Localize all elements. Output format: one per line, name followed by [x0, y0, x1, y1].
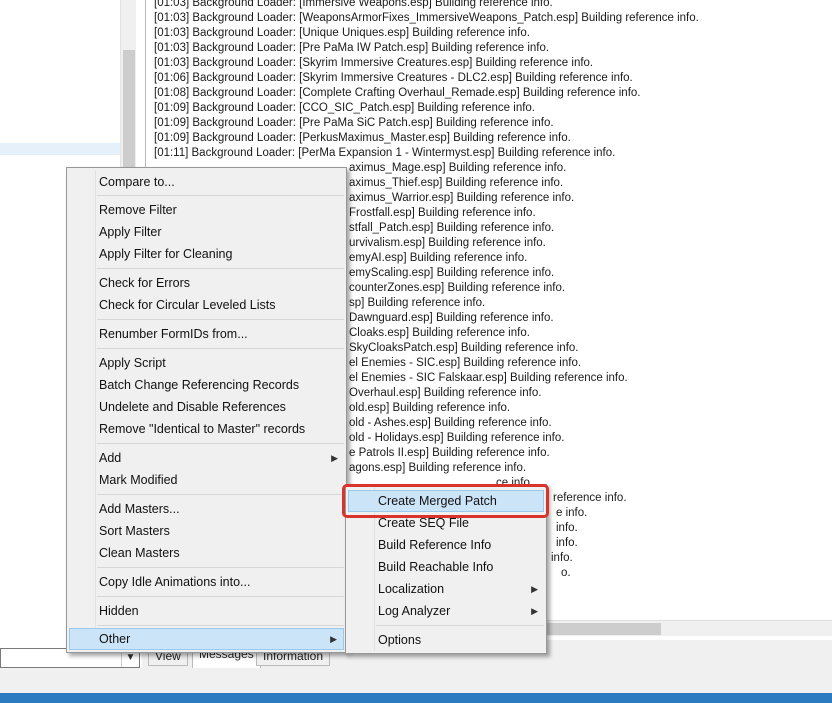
log-line-fragment: Frostfall.esp] Building reference info. — [349, 207, 536, 219]
log-line: [01:03] Background Loader: [Immersive We… — [154, 0, 553, 9]
menu-separator — [97, 319, 344, 320]
log-line: [01:03] Background Loader: [Pre PaMa IW … — [154, 42, 550, 54]
log-line: [01:08] Background Loader: [Complete Cra… — [154, 87, 641, 99]
submenu-arrow-icon: ▶ — [330, 634, 337, 644]
tree-selected-row[interactable] — [0, 143, 120, 155]
context-menu: Compare to... Remove Filter Apply Filter… — [66, 167, 347, 653]
menu-item-remove-itm[interactable]: Remove "Identical to Master" records — [69, 418, 344, 440]
menu-item-batch-change[interactable]: Batch Change Referencing Records — [69, 374, 344, 396]
log-line-fragment: sp] Building reference info. — [349, 297, 486, 309]
log-line-fragment: agons.esp] Building reference info. — [349, 462, 527, 474]
log-line-fragment: old - Holidays.esp] Building reference i… — [349, 432, 565, 444]
log-line-fragment: stfall_Patch.esp] Building reference inf… — [349, 222, 555, 234]
log-line-fragment: o. — [561, 567, 571, 579]
menu-separator — [97, 494, 344, 495]
menu-item-sort-masters[interactable]: Sort Masters — [69, 520, 344, 542]
menu-separator — [97, 596, 344, 597]
log-line-fragment: el Enemies - SIC Falskaar.esp] Building … — [349, 372, 628, 384]
log-line-fragment: e Patrols II.esp] Building reference inf… — [349, 447, 550, 459]
menu-item-add[interactable]: Add ▶ — [69, 447, 344, 469]
menu-separator — [97, 567, 344, 568]
log-line-fragment: e info. — [556, 507, 588, 519]
log-line-fragment: SkyCloaksPatch.esp] Building reference i… — [349, 342, 579, 354]
log-line-fragment: Dawnguard.esp] Building reference info. — [349, 312, 554, 324]
log-line-fragment: aximus_Mage.esp] Building reference info… — [349, 162, 567, 174]
menu-item-build-reachable-info[interactable]: Build Reachable Info — [348, 556, 544, 578]
menu-item-clean-masters[interactable]: Clean Masters — [69, 542, 344, 564]
menu-item-label: Log Analyzer — [378, 604, 451, 618]
menu-item-undelete-disable[interactable]: Undelete and Disable References — [69, 396, 344, 418]
log-line-fragment: info. — [551, 552, 573, 564]
menu-item-hidden[interactable]: Hidden — [69, 600, 344, 622]
status-strip — [0, 668, 832, 693]
log-line-fragment: emyAI.esp] Building reference info. — [349, 252, 528, 264]
menu-item-localization[interactable]: Localization ▶ — [348, 578, 544, 600]
menu-item-add-masters[interactable]: Add Masters... — [69, 498, 344, 520]
menu-item-check-circular-lists[interactable]: Check for Circular Leveled Lists — [69, 294, 344, 316]
menu-item-apply-script[interactable]: Apply Script — [69, 352, 344, 374]
log-line: [01:09] Background Loader: [Pre PaMa SiC… — [154, 117, 554, 129]
log-line-fragment: emyScaling.esp] Building reference info. — [349, 267, 555, 279]
log-line-fragment: el Enemies - SIC.esp] Building reference… — [349, 357, 582, 369]
submenu-arrow-icon: ▶ — [531, 606, 538, 616]
menu-separator — [97, 268, 344, 269]
log-line: [01:06] Background Loader: [Skyrim Immer… — [154, 72, 633, 84]
log-line-fragment: urvivalism.esp] Building reference info. — [349, 237, 546, 249]
menu-item-build-reference-info[interactable]: Build Reference Info — [348, 534, 544, 556]
log-line-fragment: Overhaul.esp] Building reference info. — [349, 387, 542, 399]
menu-item-renumber-formids[interactable]: Renumber FormIDs from... — [69, 323, 344, 345]
menu-separator — [376, 625, 544, 626]
log-line: [01:09] Background Loader: [CCO_SIC_Patc… — [154, 102, 536, 114]
log-line-fragment: info. — [556, 537, 578, 549]
log-line-fragment: info. — [556, 522, 578, 534]
menu-item-remove-filter[interactable]: Remove Filter — [69, 199, 344, 221]
taskbar-edge — [0, 693, 832, 703]
menu-item-apply-filter-cleaning[interactable]: Apply Filter for Cleaning — [69, 243, 344, 265]
log-line: [01:09] Background Loader: [PerkusMaximu… — [154, 132, 571, 144]
menu-item-label: Other — [99, 632, 131, 646]
log-line-fragment: reference info. — [553, 492, 627, 504]
log-line: [01:03] Background Loader: [Skyrim Immer… — [154, 57, 594, 69]
menu-separator — [97, 348, 344, 349]
log-line-fragment: counterZones.esp] Building reference inf… — [349, 282, 566, 294]
menu-separator — [97, 443, 344, 444]
log-line-fragment: aximus_Thief.esp] Building reference inf… — [349, 177, 564, 189]
menu-item-label: Add — [99, 451, 122, 465]
menu-item-copy-idle-animations[interactable]: Copy Idle Animations into... — [69, 571, 344, 593]
log-line: [01:03] Background Loader: [Unique Uniqu… — [154, 27, 530, 39]
log-line-fragment: aximus_Warrior.esp] Building reference i… — [349, 192, 575, 204]
menu-item-label: Localization — [378, 582, 445, 596]
menu-item-apply-filter[interactable]: Apply Filter — [69, 221, 344, 243]
log-line-fragment: old.esp] Building reference info. — [349, 402, 511, 414]
log-line-fragment: Cloaks.esp] Building reference info. — [349, 327, 530, 339]
menu-separator — [97, 625, 344, 626]
menu-item-other[interactable]: Other ▶ — [69, 628, 344, 650]
menu-item-log-analyzer[interactable]: Log Analyzer ▶ — [348, 600, 544, 622]
menu-separator — [97, 195, 344, 196]
menu-item-options[interactable]: Options — [348, 629, 544, 651]
log-line: [01:11] Background Loader: [PerMa Expans… — [154, 147, 616, 159]
menu-item-check-errors[interactable]: Check for Errors — [69, 272, 344, 294]
annotation-highlight-box — [342, 484, 549, 518]
submenu-arrow-icon: ▶ — [331, 453, 338, 463]
menu-item-mark-modified[interactable]: Mark Modified — [69, 469, 344, 491]
menu-item-compare-to[interactable]: Compare to... — [69, 171, 344, 193]
log-line-fragment: old - Ashes.esp] Building reference info… — [349, 417, 552, 429]
log-line: [01:03] Background Loader: [WeaponsArmor… — [154, 12, 699, 24]
submenu-arrow-icon: ▶ — [531, 584, 538, 594]
